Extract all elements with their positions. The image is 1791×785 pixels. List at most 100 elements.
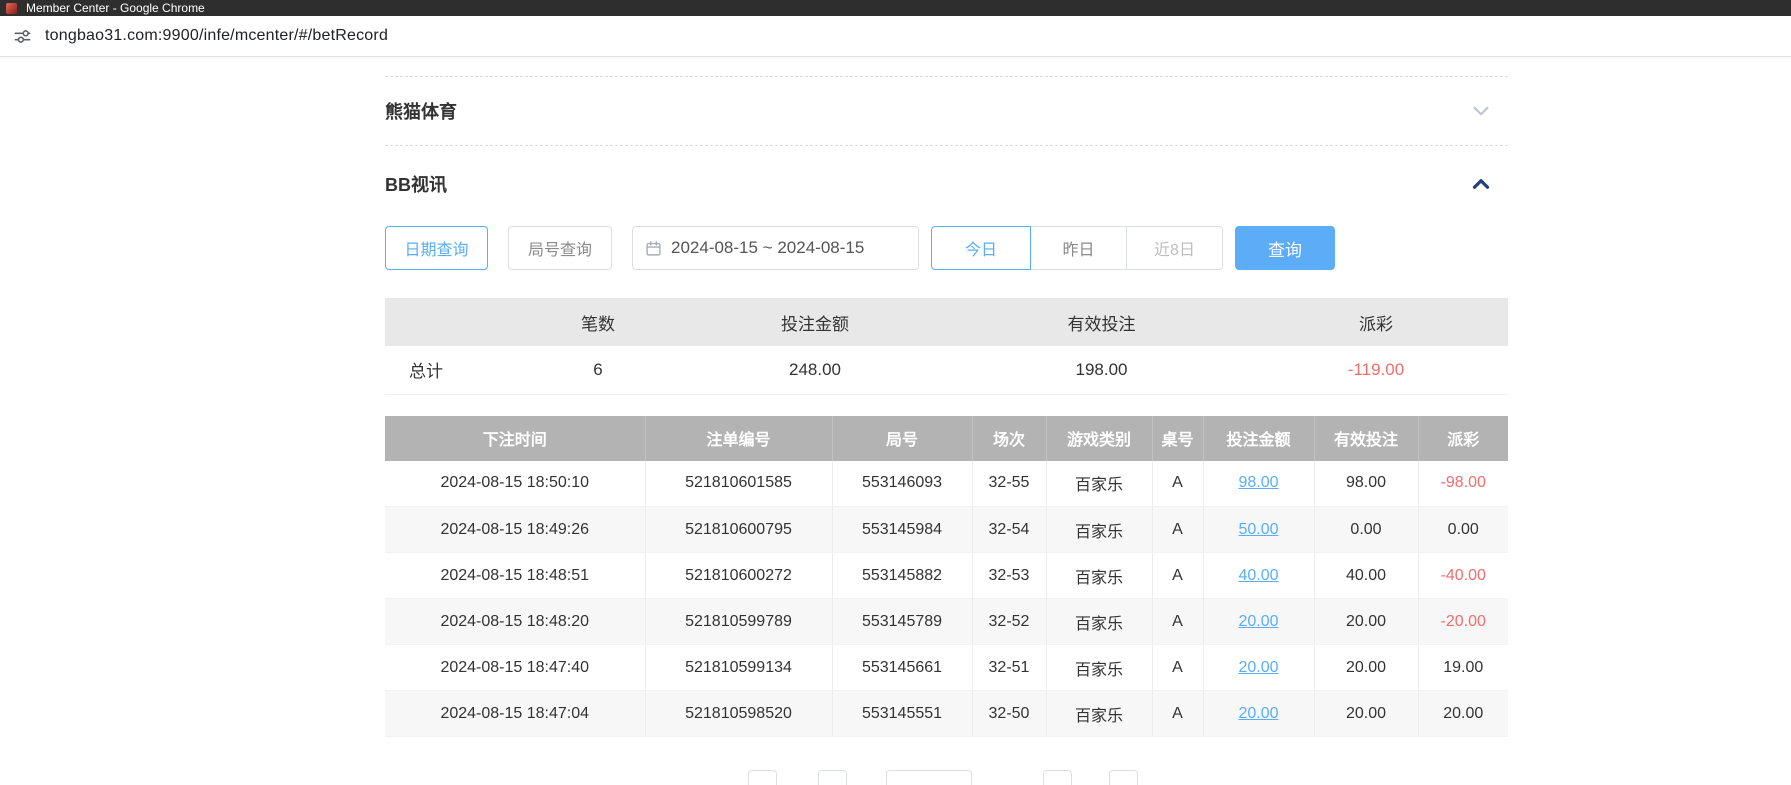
summary-header-row: 笔数 投注金额 有效投注 派彩 [385, 298, 1508, 346]
valid-bet-cell: 20.00 [1314, 645, 1418, 691]
game-type-cell: 百家乐 [1046, 691, 1152, 737]
summary-total-row: 总计 6 248.00 198.00 -119.00 [385, 346, 1508, 394]
bet-time-cell: 2024-08-15 18:47:04 [385, 691, 645, 737]
bet-amount-link[interactable]: 50.00 [1203, 507, 1314, 553]
game-type-cell: 百家乐 [1046, 507, 1152, 553]
game-type-cell: 百家乐 [1046, 461, 1152, 507]
table-row: 2024-08-15 18:47:04 521810598520 5531455… [385, 691, 1508, 737]
table-no-cell: A [1152, 691, 1203, 737]
payout-cell: 0.00 [1418, 507, 1508, 553]
valid-bet-cell: 98.00 [1314, 461, 1418, 507]
date-range-input[interactable]: 2024-08-15 ~ 2024-08-15 [632, 226, 919, 270]
last-8-days-button[interactable]: 近8日 [1126, 226, 1223, 270]
session-cell: 32-54 [972, 507, 1046, 553]
round-cell: 553146093 [832, 461, 972, 507]
bets-header-round: 局号 [832, 416, 972, 461]
bet-amount-link[interactable]: 40.00 [1203, 553, 1314, 599]
today-button[interactable]: 今日 [931, 226, 1031, 270]
game-type-cell: 百家乐 [1046, 645, 1152, 691]
bets-header-time: 下注时间 [385, 416, 645, 461]
pagination-jump-input[interactable] [1109, 770, 1138, 785]
session-cell: 32-53 [972, 553, 1046, 599]
valid-bet-cell: 0.00 [1314, 507, 1418, 553]
round-query-button[interactable]: 局号查询 [508, 226, 612, 270]
table-row: 2024-08-15 18:47:40 521810599134 5531456… [385, 645, 1508, 691]
valid-bet-cell: 20.00 [1314, 691, 1418, 737]
summary-table: 笔数 投注金额 有效投注 派彩 总计 6 248.00 198.00 -119.… [385, 298, 1508, 395]
pagination-next-button[interactable] [1043, 770, 1072, 785]
valid-bet-cell: 40.00 [1314, 553, 1418, 599]
chevron-up-icon[interactable] [1468, 171, 1494, 197]
payout-cell: -40.00 [1418, 553, 1508, 599]
site-settings-icon[interactable] [13, 27, 32, 46]
table-row: 2024-08-15 18:48:20 521810599789 5531457… [385, 599, 1508, 645]
summary-valid-bet-value: 198.00 [959, 346, 1244, 394]
summary-payout-value: -119.00 [1244, 346, 1508, 394]
table-row: 2024-08-15 18:50:10 521810601585 5531460… [385, 461, 1508, 507]
bet-time-cell: 2024-08-15 18:49:26 [385, 507, 645, 553]
bet-amount-link[interactable]: 20.00 [1203, 645, 1314, 691]
calendar-icon [645, 240, 662, 257]
summary-bet-amount-value: 248.00 [671, 346, 959, 394]
window-titlebar: Member Center - Google Chrome [0, 0, 1791, 16]
bets-header-valid-bet: 有效投注 [1314, 416, 1418, 461]
pagination-page-size-select[interactable] [886, 770, 972, 785]
section-title-bb-video: BB视讯 [385, 171, 447, 197]
game-type-cell: 百家乐 [1046, 553, 1152, 599]
bets-header-game-type: 游戏类别 [1046, 416, 1152, 461]
round-cell: 553145551 [832, 691, 972, 737]
bet-time-cell: 2024-08-15 18:47:40 [385, 645, 645, 691]
payout-cell: -20.00 [1418, 599, 1508, 645]
bets-header-table-no: 桌号 [1152, 416, 1203, 461]
summary-count-value: 6 [525, 346, 671, 394]
bet-id-cell: 521810599789 [645, 599, 832, 645]
address-bar[interactable]: tongbao31.com:9900/infe/mcenter/#/betRec… [0, 16, 1791, 57]
session-cell: 32-52 [972, 599, 1046, 645]
window-icon [6, 3, 17, 14]
round-cell: 553145984 [832, 507, 972, 553]
bets-header-bet-amount: 投注金额 [1203, 416, 1314, 461]
table-no-cell: A [1152, 599, 1203, 645]
pagination-prev-button[interactable] [748, 770, 777, 785]
bet-id-cell: 521810599134 [645, 645, 832, 691]
bet-id-cell: 521810600795 [645, 507, 832, 553]
bet-time-cell: 2024-08-15 18:48:51 [385, 553, 645, 599]
bets-header-session: 场次 [972, 416, 1046, 461]
bet-amount-link[interactable]: 20.00 [1203, 599, 1314, 645]
bet-id-cell: 521810598520 [645, 691, 832, 737]
pagination-page-button[interactable] [818, 770, 847, 785]
round-cell: 553145789 [832, 599, 972, 645]
summary-header-bet-amount: 投注金额 [671, 298, 959, 346]
payout-cell: -98.00 [1418, 461, 1508, 507]
table-no-cell: A [1152, 645, 1203, 691]
yesterday-button[interactable]: 昨日 [1030, 226, 1127, 270]
table-no-cell: A [1152, 507, 1203, 553]
bet-id-cell: 521810601585 [645, 461, 832, 507]
valid-bet-cell: 20.00 [1314, 599, 1418, 645]
bet-record-page: 熊猫体育 BB视讯 日期查询 局号查询 [385, 76, 1508, 785]
session-cell: 32-55 [972, 461, 1046, 507]
game-type-cell: 百家乐 [1046, 599, 1152, 645]
summary-total-label: 总计 [385, 346, 525, 394]
table-row: 2024-08-15 18:49:26 521810600795 5531459… [385, 507, 1508, 553]
bet-amount-link[interactable]: 20.00 [1203, 691, 1314, 737]
table-no-cell: A [1152, 461, 1203, 507]
section-panda-sports[interactable]: 熊猫体育 [385, 76, 1508, 146]
bet-id-cell: 521810600272 [645, 553, 832, 599]
pagination [748, 770, 1508, 785]
chevron-down-icon[interactable] [1468, 98, 1494, 124]
session-cell: 32-50 [972, 691, 1046, 737]
session-cell: 32-51 [972, 645, 1046, 691]
table-row: 2024-08-15 18:48:51 521810600272 5531458… [385, 553, 1508, 599]
bets-header-row: 下注时间 注单编号 局号 场次 游戏类别 桌号 投注金额 有效投注 派彩 [385, 416, 1508, 461]
date-query-button[interactable]: 日期查询 [385, 226, 488, 270]
section-bb-video[interactable]: BB视讯 [385, 146, 1508, 222]
bet-amount-link[interactable]: 98.00 [1203, 461, 1314, 507]
url-text[interactable]: tongbao31.com:9900/infe/mcenter/#/betRec… [45, 27, 388, 45]
filter-toolbar: 日期查询 局号查询 2024-08-15 ~ 2024-08-15 今日 昨日 … [385, 226, 1508, 270]
window-title: Member Center - Google Chrome [26, 0, 205, 16]
round-cell: 553145882 [832, 553, 972, 599]
search-button[interactable]: 查询 [1235, 226, 1335, 270]
table-no-cell: A [1152, 553, 1203, 599]
payout-cell: 19.00 [1418, 645, 1508, 691]
